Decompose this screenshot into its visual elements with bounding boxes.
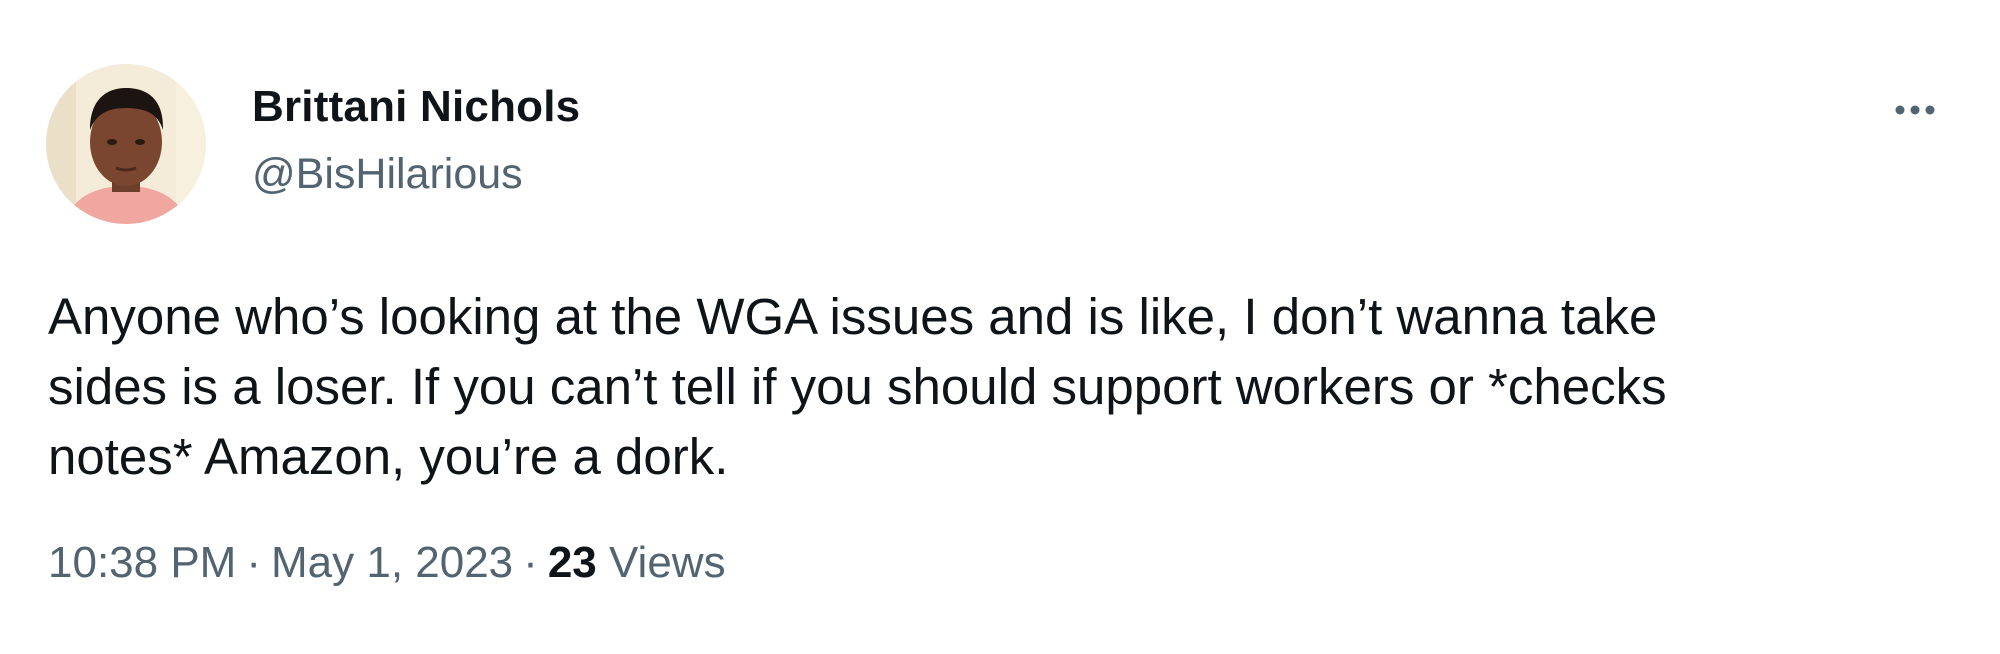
tweet-text-line: Anyone who’s looking at the WGA issues a… xyxy=(48,288,1658,345)
author-display-name[interactable]: Brittani Nichols xyxy=(252,82,580,132)
tweet-text-line: notes* Amazon, you’re a dork. xyxy=(48,428,729,485)
tweet-card: Brittani Nichols @BisHilarious Anyone wh… xyxy=(0,0,2000,654)
profile-photo-icon xyxy=(46,64,206,224)
views-label: Views xyxy=(609,538,726,587)
tweet-time[interactable]: 10:38 PM xyxy=(48,538,236,587)
separator: · xyxy=(523,538,538,587)
more-options-button[interactable] xyxy=(1880,86,1950,134)
more-horizontal-icon xyxy=(1895,105,1935,115)
tweet-text: Anyone who’s looking at the WGA issues a… xyxy=(48,282,1968,492)
tweet-text-line: sides is a loser. If you can’t tell if y… xyxy=(48,358,1667,415)
views-count: 23 xyxy=(547,538,597,587)
avatar[interactable] xyxy=(46,64,206,224)
author-handle[interactable]: @BisHilarious xyxy=(252,150,523,199)
separator: · xyxy=(246,538,261,587)
tweet-metadata: 10:38 PM · May 1, 2023 · 23 Views xyxy=(48,538,726,588)
tweet-date[interactable]: May 1, 2023 xyxy=(271,538,513,587)
